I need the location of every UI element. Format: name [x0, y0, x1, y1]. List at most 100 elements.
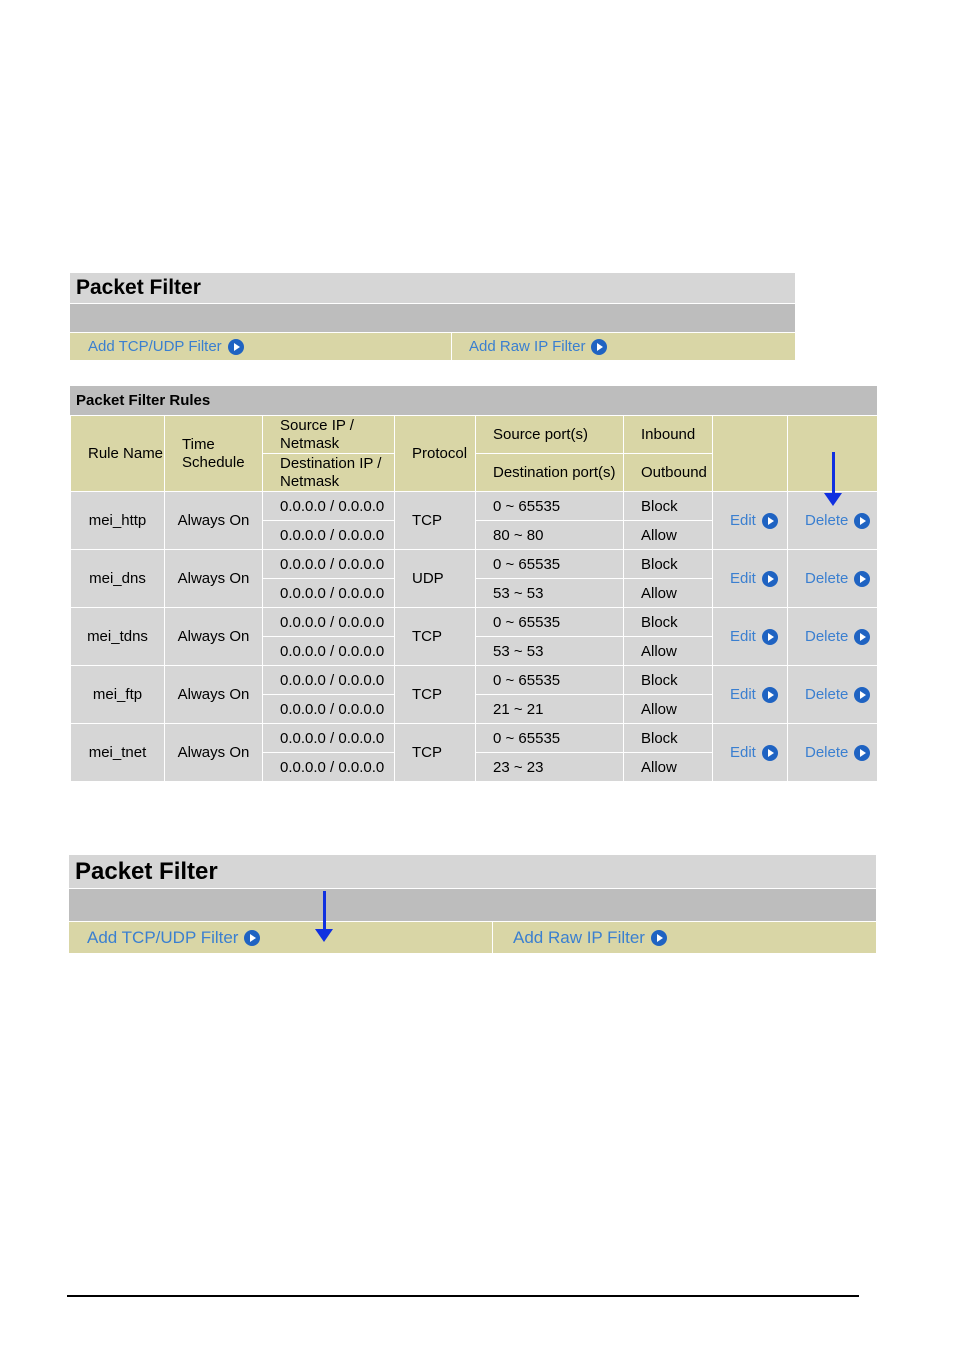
edit-cell: Edit — [712, 491, 788, 550]
destination-ip: 0.0.0.0 / 0.0.0.0 — [262, 520, 395, 550]
edit-link[interactable]: Edit — [730, 686, 778, 703]
outbound-action: Allow — [623, 752, 713, 782]
source-ip: 0.0.0.0 / 0.0.0.0 — [262, 665, 395, 695]
header-destination-ip: Destination IP / Netmask — [262, 453, 395, 492]
rules-table: Rule Name Time Schedule Source IP / Netm… — [70, 415, 878, 782]
destination-ports: 53 ~ 53 — [475, 636, 624, 666]
add-tcp-udp-filter-label: Add TCP/UDP Filter — [88, 338, 222, 355]
page-title: Packet Filter — [70, 273, 795, 303]
go-arrow-icon — [761, 628, 778, 645]
delete-label: Delete — [805, 628, 849, 645]
go-arrow-icon — [854, 744, 871, 761]
protocol: TCP — [394, 491, 476, 550]
go-arrow-icon — [591, 338, 608, 355]
delete-link[interactable]: Delete — [805, 744, 871, 761]
edit-cell: Edit — [712, 665, 788, 724]
outbound-action: Allow — [623, 520, 713, 550]
add-raw-ip-filter-link[interactable]: Add Raw IP Filter — [513, 928, 667, 948]
header-source-ports: Source port(s) — [475, 415, 624, 454]
add-raw-ip-filter-link[interactable]: Add Raw IP Filter — [469, 338, 608, 355]
header-rule-name: Rule Name — [70, 415, 165, 492]
go-arrow-icon — [761, 570, 778, 587]
protocol: TCP — [394, 607, 476, 666]
packet-filter-panel-bottom: Packet Filter Add TCP/UDP Filter Add Raw… — [69, 855, 876, 953]
title-spacer — [69, 888, 876, 921]
source-ports: 0 ~ 65535 — [475, 665, 624, 695]
edit-link[interactable]: Edit — [730, 744, 778, 761]
source-ports: 0 ~ 65535 — [475, 491, 624, 521]
rule-name: mei_tnet — [70, 723, 165, 782]
delete-cell: Delete — [787, 549, 878, 608]
rule-name: mei_dns — [70, 549, 165, 608]
add-tcp-udp-cell: Add TCP/UDP Filter — [69, 922, 492, 953]
time-schedule: Always On — [164, 665, 263, 724]
table-row: mei_tnet Always On 0.0.0.0 / 0.0.0.0 TCP… — [70, 723, 878, 782]
source-ip: 0.0.0.0 / 0.0.0.0 — [262, 549, 395, 579]
edit-label: Edit — [730, 686, 756, 703]
title-spacer — [70, 303, 795, 332]
go-arrow-icon — [761, 512, 778, 529]
source-ip: 0.0.0.0 / 0.0.0.0 — [262, 491, 395, 521]
table-row: mei_ftp Always On 0.0.0.0 / 0.0.0.0 TCP … — [70, 665, 878, 724]
add-raw-ip-filter-label: Add Raw IP Filter — [469, 338, 586, 355]
delete-link[interactable]: Delete — [805, 512, 871, 529]
header-protocol: Protocol — [394, 415, 476, 492]
delete-label: Delete — [805, 512, 849, 529]
edit-link[interactable]: Edit — [730, 512, 778, 529]
source-ip: 0.0.0.0 / 0.0.0.0 — [262, 723, 395, 753]
inbound-action: Block — [623, 607, 713, 637]
edit-label: Edit — [730, 570, 756, 587]
edit-cell: Edit — [712, 549, 788, 608]
edit-link[interactable]: Edit — [730, 628, 778, 645]
edit-label: Edit — [730, 512, 756, 529]
inbound-action: Block — [623, 723, 713, 753]
table-row: mei_http Always On 0.0.0.0 / 0.0.0.0 TCP… — [70, 491, 878, 550]
delete-link[interactable]: Delete — [805, 570, 871, 587]
add-tcp-udp-filter-link[interactable]: Add TCP/UDP Filter — [87, 927, 261, 948]
destination-ip: 0.0.0.0 / 0.0.0.0 — [262, 752, 395, 782]
destination-ip: 0.0.0.0 / 0.0.0.0 — [262, 636, 395, 666]
rule-name: mei_http — [70, 491, 165, 550]
add-raw-ip-cell: Add Raw IP Filter — [451, 333, 795, 360]
destination-ip: 0.0.0.0 / 0.0.0.0 — [262, 578, 395, 608]
filter-links-bar: Add TCP/UDP Filter Add Raw IP Filter — [70, 332, 795, 360]
protocol: UDP — [394, 549, 476, 608]
edit-cell: Edit — [712, 607, 788, 666]
source-ports: 0 ~ 65535 — [475, 723, 624, 753]
table-row: mei_dns Always On 0.0.0.0 / 0.0.0.0 UDP … — [70, 549, 878, 608]
protocol: TCP — [394, 723, 476, 782]
add-tcp-udp-filter-label: Add TCP/UDP Filter — [87, 927, 239, 947]
protocol: TCP — [394, 665, 476, 724]
time-schedule: Always On — [164, 549, 263, 608]
destination-ports: 53 ~ 53 — [475, 578, 624, 608]
add-tcp-udp-filter-link[interactable]: Add TCP/UDP Filter — [88, 338, 244, 355]
annotation-arrow-add-tcp-udp — [315, 891, 333, 942]
page-title: Packet Filter — [69, 855, 876, 888]
table-row: mei_tdns Always On 0.0.0.0 / 0.0.0.0 TCP… — [70, 607, 878, 666]
go-arrow-icon — [244, 929, 261, 946]
destination-ports: 80 ~ 80 — [475, 520, 624, 550]
destination-ports: 21 ~ 21 — [475, 694, 624, 724]
delete-link[interactable]: Delete — [805, 686, 871, 703]
rules-title: Packet Filter Rules — [70, 386, 877, 415]
header-destination-ports: Destination port(s) — [475, 453, 624, 492]
delete-label: Delete — [805, 570, 849, 587]
destination-ports: 23 ~ 23 — [475, 752, 624, 782]
outbound-action: Allow — [623, 578, 713, 608]
delete-cell: Delete — [787, 723, 878, 782]
go-arrow-icon — [854, 686, 871, 703]
rule-name: mei_tdns — [70, 607, 165, 666]
header-outbound: Outbound — [623, 453, 713, 492]
edit-link[interactable]: Edit — [730, 570, 778, 587]
time-schedule: Always On — [164, 607, 263, 666]
source-ports: 0 ~ 65535 — [475, 549, 624, 579]
delete-link[interactable]: Delete — [805, 628, 871, 645]
inbound-action: Block — [623, 491, 713, 521]
time-schedule: Always On — [164, 491, 263, 550]
add-tcp-udp-cell: Add TCP/UDP Filter — [70, 333, 451, 360]
destination-ip: 0.0.0.0 / 0.0.0.0 — [262, 694, 395, 724]
time-schedule: Always On — [164, 723, 263, 782]
inbound-action: Block — [623, 665, 713, 695]
packet-filter-panel-top: Packet Filter Add TCP/UDP Filter Add Raw… — [70, 273, 795, 360]
go-arrow-icon — [854, 628, 871, 645]
